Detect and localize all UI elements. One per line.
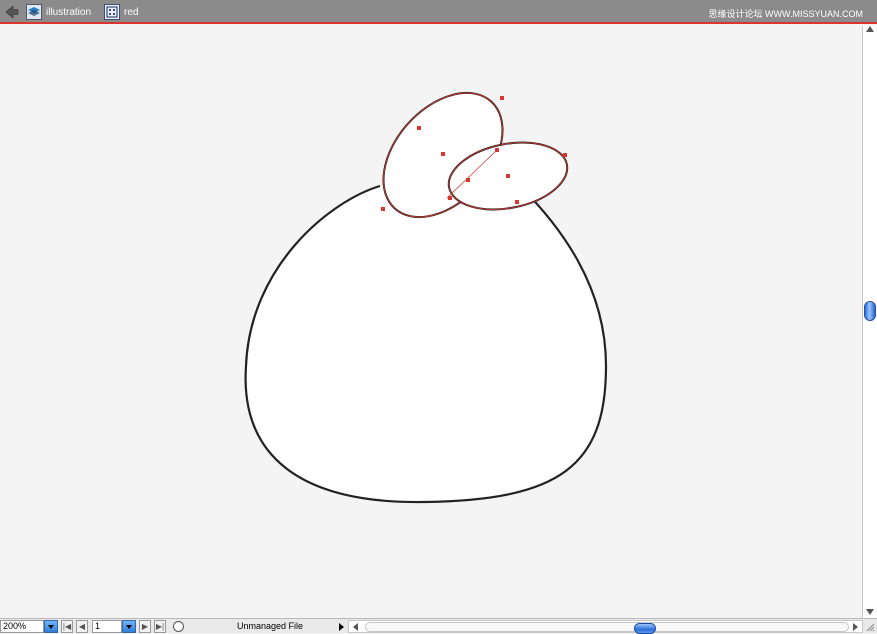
breadcrumb-item-red[interactable]: red: [104, 3, 138, 21]
status-text[interactable]: Unmanaged File: [196, 620, 344, 633]
horizontal-scroll-thumb[interactable]: [634, 623, 656, 634]
back-arrow-icon[interactable]: [5, 5, 19, 19]
next-page-icon[interactable]: ▶: [139, 620, 151, 633]
scroll-up-arrow-icon[interactable]: [866, 26, 874, 32]
horizontal-scroll-track[interactable]: [365, 622, 849, 634]
anchor-point: [563, 153, 567, 157]
status-bar: 200% |◀ ◀ 1 ▶ ▶| Unmanaged File: [0, 618, 877, 634]
resize-grip-icon[interactable]: [864, 621, 875, 632]
scroll-right-arrow-icon[interactable]: [853, 623, 858, 631]
vertical-scroll-thumb[interactable]: [864, 301, 876, 321]
anchor-point: [381, 207, 385, 211]
anchor-point: [515, 200, 519, 204]
page-dropdown-icon[interactable]: [122, 620, 136, 633]
vertical-scrollbar[interactable]: [862, 26, 877, 618]
anchor-point: [506, 174, 510, 178]
last-page-icon[interactable]: ▶|: [154, 620, 166, 633]
breadcrumb-bar: illustration red 思缘设计论坛 WWW.MISSYUAN.COM: [0, 0, 877, 24]
zoom-field[interactable]: 200%: [0, 620, 44, 633]
layer-icon: [26, 4, 42, 20]
page-field[interactable]: 1: [92, 620, 122, 633]
artboard-canvas[interactable]: [0, 26, 862, 618]
horizontal-scrollbar[interactable]: [348, 620, 863, 634]
anchor-point: [448, 196, 452, 200]
first-page-icon[interactable]: |◀: [61, 620, 73, 633]
breadcrumb-label-illustration: illustration: [46, 6, 92, 18]
anchor-point: [417, 126, 421, 130]
anchor-point: [466, 178, 470, 182]
symbol-icon: [104, 4, 120, 20]
body-shape[interactable]: [244, 184, 608, 504]
breadcrumb-label-red: red: [124, 6, 139, 18]
anchor-point: [500, 96, 504, 100]
artwork[interactable]: [0, 26, 862, 618]
anchor-point: [441, 152, 445, 156]
breadcrumb-item-illustration[interactable]: illustration: [26, 3, 91, 21]
zoom-dropdown-icon[interactable]: [44, 620, 58, 633]
status-menu-arrow-icon[interactable]: [339, 623, 344, 631]
scroll-left-arrow-icon[interactable]: [353, 623, 358, 631]
previous-page-icon[interactable]: ◀: [76, 620, 88, 633]
watermark-text: 思缘设计论坛 WWW.MISSYUAN.COM: [708, 9, 864, 19]
status-clock-icon[interactable]: [173, 621, 184, 632]
anchor-point: [495, 148, 499, 152]
scroll-down-arrow-icon[interactable]: [866, 609, 874, 615]
